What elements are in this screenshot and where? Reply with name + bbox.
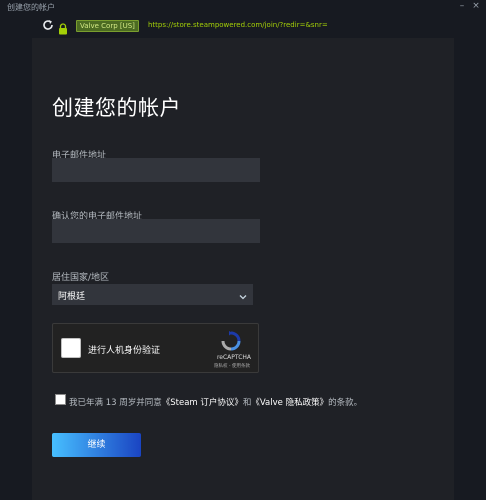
continue-button[interactable]: 继续 xyxy=(52,433,141,457)
recaptcha-checkbox[interactable] xyxy=(61,338,81,358)
confirm-email-field[interactable] xyxy=(52,219,260,243)
page-title: 创建您的帐户 xyxy=(52,96,181,120)
recaptcha-label: 进行人机身份验证 xyxy=(88,346,161,356)
lock-icon xyxy=(58,20,70,35)
recaptcha-links[interactable]: 隐私权 - 使用条款 xyxy=(207,363,257,369)
minimize-button[interactable]: – xyxy=(458,0,466,12)
agreement-suffix: 的条款。 xyxy=(328,398,363,408)
certificate-badge[interactable]: Valve Corp [US] xyxy=(76,20,139,32)
window-title: 创建您的帐户 xyxy=(7,3,55,12)
recaptcha-widget: 进行人机身份验证 reCAPTCHA 隐私权 - 使用条款 xyxy=(52,323,259,373)
recaptcha-logo-icon xyxy=(220,330,242,352)
agreement-prefix: 我已年满 13 周岁并同意 xyxy=(69,398,162,408)
reload-icon[interactable] xyxy=(42,19,54,33)
email-field[interactable] xyxy=(52,158,260,182)
agree-checkbox[interactable] xyxy=(55,394,66,405)
chevron-down-icon xyxy=(239,288,247,300)
country-select[interactable]: 阿根廷 xyxy=(52,284,253,305)
privacy-link[interactable]: 《Valve 隐私政策》 xyxy=(251,398,328,408)
country-select-value: 阿根廷 xyxy=(58,292,86,302)
ssa-link[interactable]: 《Steam 订户协议》 xyxy=(162,398,243,408)
close-button[interactable]: × xyxy=(472,0,480,12)
title-bar: 创建您的帐户 – × xyxy=(0,0,486,14)
agreement-text: 我已年满 13 周岁并同意《Steam 订户协议》和《Valve 隐私政策》的条… xyxy=(69,396,362,408)
window-controls: – × xyxy=(458,0,480,12)
country-label: 居住国家/地区 xyxy=(52,273,110,283)
address-bar: Valve Corp [US] https://store.steampower… xyxy=(0,14,486,38)
url-text[interactable]: https://store.steampowered.com/join/?red… xyxy=(148,21,328,29)
recaptcha-brand: reCAPTCHA xyxy=(216,354,252,361)
